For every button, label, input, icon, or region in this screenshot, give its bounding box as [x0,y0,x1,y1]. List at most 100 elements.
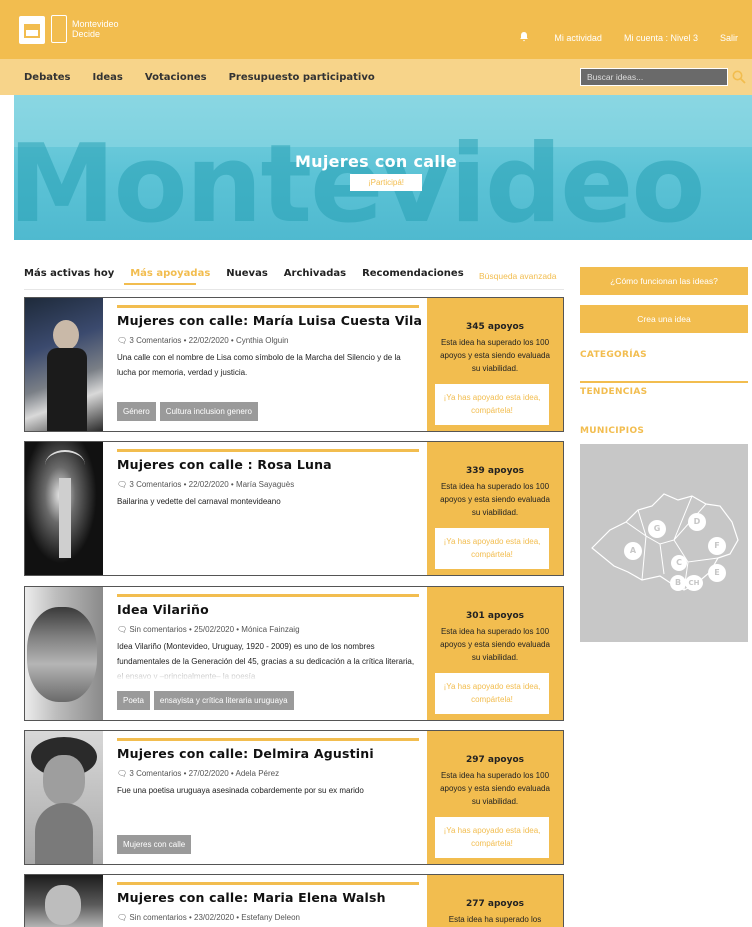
support-panel: 297 apoyos Esta idea ha superado los 100… [427,731,563,864]
search-icon[interactable] [728,68,750,86]
tab-most-supported[interactable]: Más apoyadas [130,268,210,279]
idea-description: Fue una poetisa uruguaya asesinada cobar… [117,786,364,795]
idea-title[interactable]: Mujeres con calle: María Luisa Cuesta Vi… [117,313,422,328]
idea-title[interactable]: Mujeres con calle : Rosa Luna [117,457,332,472]
title-rule [117,738,419,741]
idea-body: Mujeres con calle: María Luisa Cuesta Vi… [117,298,422,431]
comments-icon: 🗨 [117,913,128,922]
idea-meta-text: 3 Comentarios • 22/02/2020 • María Sayag… [129,480,295,489]
categories-heading[interactable]: CATEGORÍAS [580,350,647,360]
nav-debates[interactable]: Debates [24,72,71,83]
idea-title[interactable]: Idea Vilariño [117,602,209,617]
title-rule [117,449,419,452]
tab-recommendations[interactable]: Recomendaciones [362,268,464,279]
map-marker-f[interactable]: F [708,537,726,555]
support-status: Esta idea ha superado los 100 apoyos y e… [440,627,550,662]
support-count: 345 apoyos [465,322,525,332]
title-rule [117,594,419,597]
map-marker-e[interactable]: E [708,564,726,582]
municipalities-map[interactable]: A B C CH D E F G [580,444,748,642]
tab-active-indicator [124,283,196,285]
tag[interactable]: Género [117,402,156,421]
comments-icon: 🗨 [117,480,128,489]
idea-meta-text: Sin comentarios • 25/02/2020 • Mónica Fa… [129,625,300,634]
search-input[interactable]: Buscar ideas... [580,68,728,86]
idea-image[interactable] [25,442,103,575]
map-label: D [693,517,701,526]
advanced-search-link[interactable]: Búsqueda avanzada [479,271,557,281]
already-supported-share[interactable]: ¡Ya has apoyado esta idea, compártela! [435,384,549,425]
idea-card[interactable]: Mujeres con calle: Maria Elena Walsh 🗨 S… [24,874,564,927]
tab-most-active[interactable]: Más activas hoy [24,268,114,279]
idea-image[interactable] [25,587,103,720]
comments-icon: 🗨 [117,336,128,345]
support-count: 301 apoyos [465,611,525,621]
support-count: 297 apoyos [465,755,525,765]
idea-meta: 🗨 3 Comentarios • 27/02/2020 • Adela Pér… [117,769,279,778]
nav-votaciones[interactable]: Votaciones [145,72,207,83]
idea-body: Mujeres con calle : Rosa Luna 🗨 3 Coment… [117,442,419,575]
my-activity-link[interactable]: Mi actividad [554,33,602,43]
map-label: CH [688,579,700,587]
map-label: F [714,541,720,550]
map-marker-b[interactable]: B [670,575,686,591]
description-fade [117,667,419,681]
map-label: A [629,546,637,555]
support-panel: 301 apoyos Esta idea ha superado los 100… [427,587,563,720]
montevideo-logo-icon[interactable] [19,16,45,44]
idea-image[interactable] [25,731,103,864]
idea-image[interactable] [25,298,103,431]
already-supported-share[interactable]: ¡Ya has apoyado esta idea, compártela! [435,528,549,569]
how-ideas-work-button[interactable]: ¿Cómo funcionan las ideas? [580,267,748,295]
brand-name[interactable]: Montevideo Decide [72,19,119,39]
municipalities-heading[interactable]: MUNICIPIOS [580,426,644,436]
trends-heading[interactable]: TENDENCIAS [580,387,647,397]
support-panel: 345 apoyos Esta idea ha superado los 100… [427,298,563,431]
nav-ideas[interactable]: Ideas [93,72,123,83]
idea-meta-text: 3 Comentarios • 27/02/2020 • Adela Pérez [129,769,280,778]
logout-link[interactable]: Salir [720,33,738,43]
map-marker-a[interactable]: A [624,542,642,560]
nav-presupuesto[interactable]: Presupuesto participativo [229,72,375,83]
map-marker-ch[interactable]: CH [685,575,703,591]
tag[interactable]: Poeta [117,691,150,710]
idea-description: Bailarina y vedette del carnaval montevi… [117,497,281,506]
idea-title[interactable]: Mujeres con calle: Delmira Agustini [117,746,374,761]
already-supported-share[interactable]: ¡Ya has apoyado esta idea, compártela! [435,817,549,858]
tab-new[interactable]: Nuevas [226,268,268,279]
map-marker-c[interactable]: C [671,555,687,571]
idea-title[interactable]: Mujeres con calle: Maria Elena Walsh [117,890,386,905]
idea-card[interactable]: Mujeres con calle: Delmira Agustini 🗨 3 … [24,730,564,865]
support-panel: 339 apoyos Esta idea ha superado los 100… [427,442,563,575]
idea-image[interactable] [25,875,103,927]
idea-card[interactable]: Mujeres con calle: María Luisa Cuesta Vi… [24,297,564,432]
idea-tags: Género Cultura inclusion genero [117,402,258,421]
support-status: Esta idea ha superado los 100 apoyos y e… [440,338,550,373]
idea-card[interactable]: Mujeres con calle : Rosa Luna 🗨 3 Coment… [24,441,564,576]
sidebar-divider [580,381,748,383]
already-supported-share[interactable]: ¡Ya has apoyado esta idea, compártela! [435,673,549,714]
tag[interactable]: ensayista y crítica literaria uruguaya [153,691,294,710]
idea-tags: Mujeres con calle [117,835,192,854]
title-rule [117,882,419,885]
map-label: C [676,558,682,567]
create-idea-button[interactable]: Crea una idea [580,305,748,333]
tab-archived[interactable]: Archivadas [284,268,346,279]
support-count: 277 apoyos [465,899,525,909]
idea-card[interactable]: Idea Vilariño 🗨 Sin comentarios • 25/02/… [24,586,564,721]
idea-meta: 🗨 3 Comentarios • 22/02/2020 • María Say… [117,480,294,489]
support-count: 339 apoyos [465,466,525,476]
tag[interactable]: Cultura inclusion genero [159,402,258,421]
map-marker-g[interactable]: G [648,520,666,538]
notifications-bell-icon[interactable] [519,31,529,45]
participate-button[interactable]: ¡Participá! [350,174,422,191]
idea-meta: 🗨 3 Comentarios • 22/02/2020 • Cynthia O… [117,336,288,345]
map-marker-d[interactable]: D [688,513,706,531]
top-bar: Montevideo Decide Mi actividad Mi cuenta… [0,0,752,59]
tabs-divider [24,289,564,290]
idea-meta-text: 3 Comentarios • 22/02/2020 • Cynthia Olg… [129,336,289,345]
document-logo-icon [51,15,67,43]
tag[interactable]: Mujeres con calle [117,835,192,854]
my-account-link[interactable]: Mi cuenta : Nivel 3 [624,33,698,43]
title-rule [117,305,419,308]
